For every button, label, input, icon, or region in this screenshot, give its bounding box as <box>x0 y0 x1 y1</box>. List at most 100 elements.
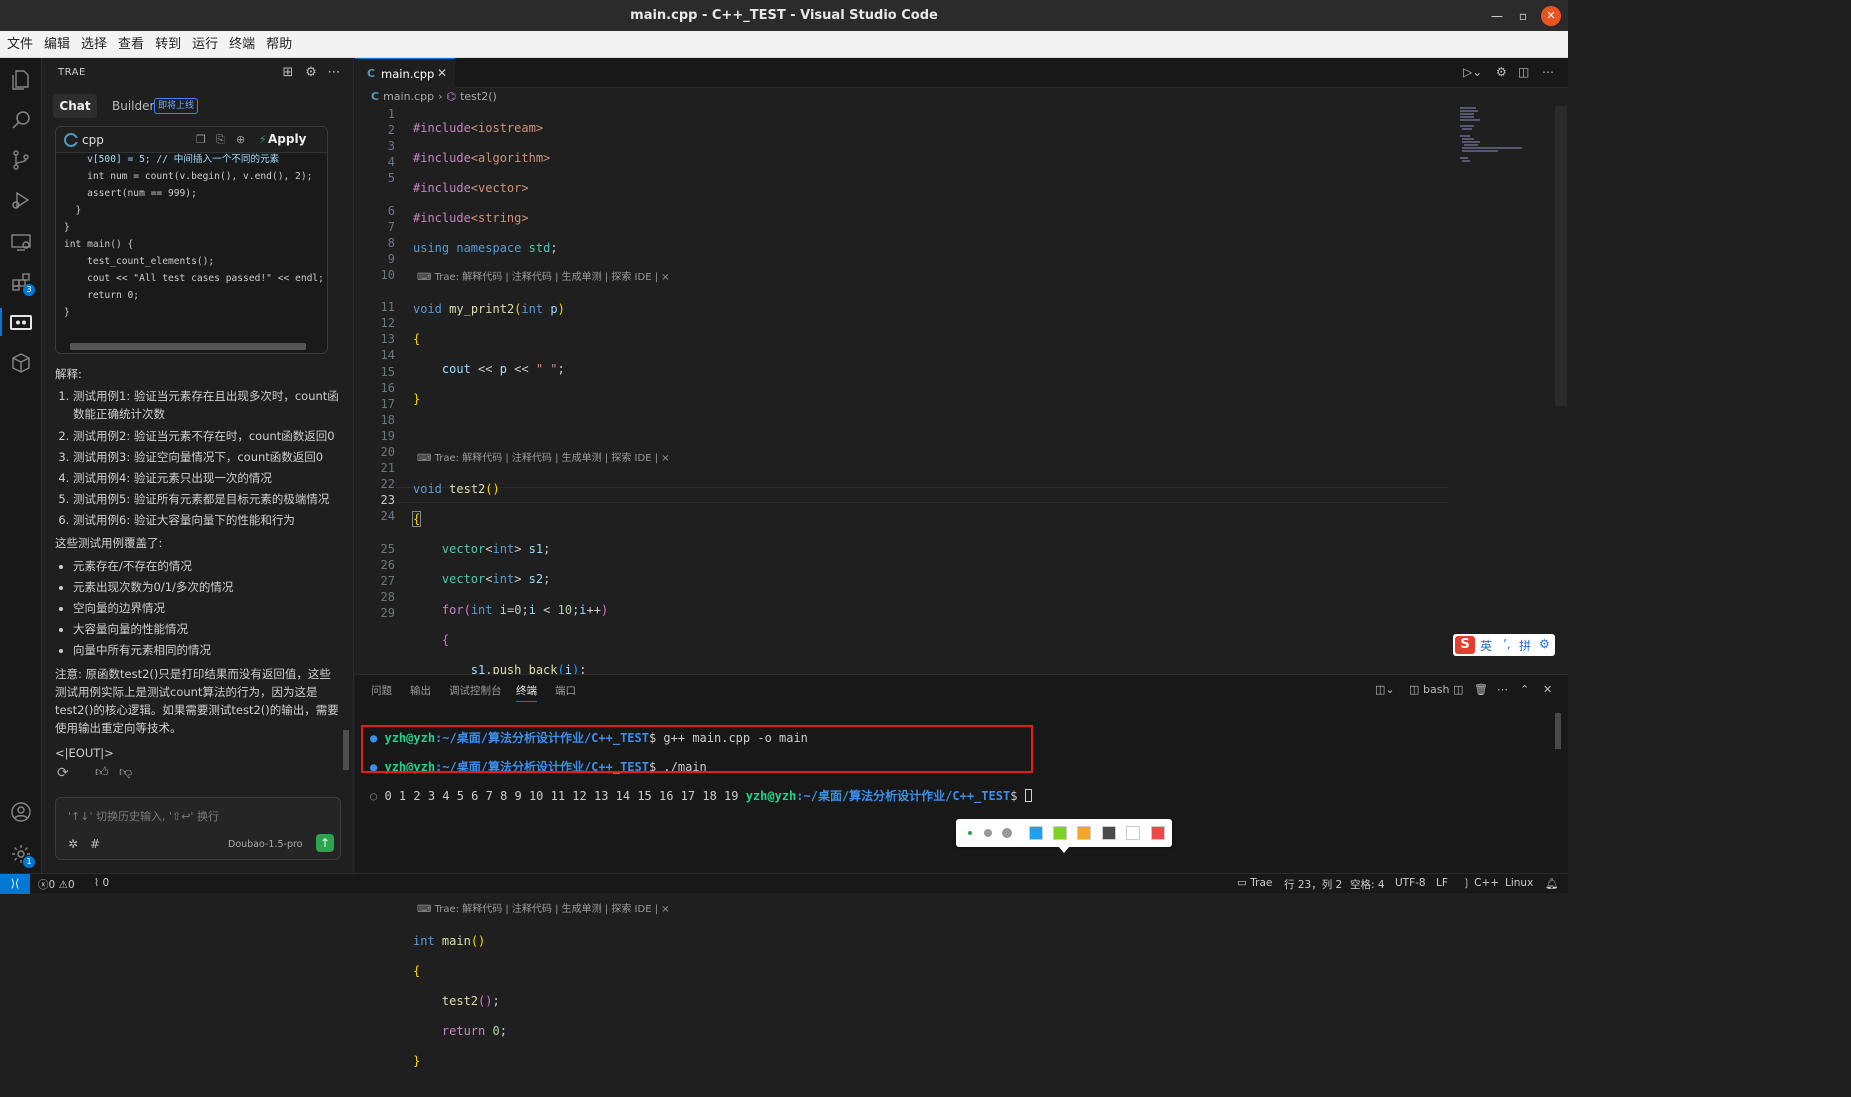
copy-icon[interactable]: ❐ <box>196 133 210 147</box>
color-swatch[interactable] <box>1151 826 1165 840</box>
codelens[interactable]: ⌨ Trae: 解释代码 | 注释代码 | 生成单测 | 探索 IDE | × <box>413 270 941 286</box>
close-tab-icon[interactable]: ✕ <box>437 66 447 80</box>
tab-output[interactable]: 输出 <box>410 683 431 698</box>
hash-icon[interactable]: # <box>90 837 100 851</box>
split-terminal-icon[interactable]: ◫ <box>1453 683 1463 696</box>
platform[interactable]: Linux <box>1505 877 1533 889</box>
add-file-icon[interactable]: ⊕ <box>236 133 250 147</box>
codelens[interactable]: ⌨ Trae: 解释代码 | 注释代码 | 生成单测 | 探索 IDE | × <box>413 451 941 467</box>
close-icon[interactable]: ✕ <box>1541 6 1561 26</box>
pen-size-large[interactable] <box>1002 828 1012 838</box>
color-swatch[interactable] <box>1102 826 1116 840</box>
panel-scrollbar[interactable] <box>343 128 349 808</box>
trae-chat-icon[interactable] <box>9 310 33 334</box>
code-language: cpp <box>82 133 104 147</box>
menu-file[interactable]: 文件 <box>2 31 38 58</box>
menu-selection[interactable]: 选择 <box>76 31 112 58</box>
menu-edit[interactable]: 编辑 <box>39 31 75 58</box>
color-swatch[interactable] <box>1029 826 1043 840</box>
color-swatch[interactable] <box>1053 826 1067 840</box>
trash-icon[interactable]: 🗑︎ <box>1474 683 1488 696</box>
restore-icon[interactable]: ▫ <box>1513 6 1533 26</box>
minimize-icon[interactable]: — <box>1487 6 1507 26</box>
tab-terminal[interactable]: 终端 <box>516 683 537 702</box>
line-number: 29 <box>380 605 395 620</box>
terminal-shell-name[interactable]: bash <box>1423 683 1449 696</box>
close-panel-icon[interactable]: ✕ <box>1543 683 1552 696</box>
split-editor-icon[interactable]: ◫ <box>1518 65 1534 81</box>
apply-button[interactable]: Apply <box>268 132 306 146</box>
thumbs-down-icon[interactable]: 👎︎ <box>119 765 135 781</box>
ime-lang[interactable]: 英 <box>1480 637 1492 654</box>
tab-problems[interactable]: 问题 <box>371 683 392 698</box>
editor-more-icon[interactable]: ⋯ <box>1542 65 1558 81</box>
ports-status[interactable]: ⌇ 0 <box>94 877 109 889</box>
account-icon[interactable] <box>9 800 33 824</box>
tab-builder[interactable]: Builder <box>112 99 154 113</box>
thumbs-up-icon[interactable]: 👍︎ <box>95 765 111 781</box>
editor-scrollbar[interactable] <box>1555 106 1567 406</box>
new-terminal-icon[interactable]: ◫⌄ <box>1375 683 1395 696</box>
menu-go[interactable]: 转到 <box>150 31 186 58</box>
color-swatch[interactable] <box>1126 826 1140 840</box>
search-icon[interactable] <box>9 108 33 132</box>
terminal-more-icon[interactable]: ⋯ <box>1497 683 1508 696</box>
maximize-panel-icon[interactable]: ⌃ <box>1520 683 1529 696</box>
punct-icon[interactable]: ʼ, <box>1503 637 1511 651</box>
chat-input[interactable]: '↑↓' 切换历史输入, '⇧↩' 换行 ✲ # Doubao-1.5-pro … <box>55 797 341 860</box>
regenerate-icon[interactable]: ⟳ <box>57 765 73 781</box>
color-swatch[interactable] <box>1077 826 1091 840</box>
insert-icon[interactable]: ⎘ <box>216 133 230 147</box>
explorer-icon[interactable] <box>9 68 33 92</box>
model-selector[interactable]: Doubao-1.5-pro <box>228 839 303 850</box>
code-block-scrollbar[interactable] <box>70 343 306 350</box>
run-debug-icon[interactable] <box>9 188 33 212</box>
notifications-icon[interactable]: 🔔︎ <box>1545 877 1558 890</box>
terminal-scrollbar[interactable] <box>1555 713 1561 749</box>
new-chat-icon[interactable]: ⊞ <box>279 64 297 82</box>
cube-icon[interactable] <box>9 351 33 375</box>
encoding[interactable]: UTF-8 <box>1395 877 1426 889</box>
codelens[interactable]: ⌨ Trae: 解释代码 | 注释代码 | 生成单测 | 探索 IDE | × <box>413 902 941 918</box>
breadcrumb-symbol[interactable]: test2() <box>460 90 497 103</box>
antenna-icon: ⌇ <box>94 877 100 889</box>
terminal-shell-icon[interactable]: ◫ <box>1409 683 1419 696</box>
source-control-icon[interactable] <box>9 148 33 172</box>
tab-debug-console[interactable]: 调试控制台 <box>449 683 502 698</box>
remote-explorer-icon[interactable] <box>9 230 33 254</box>
breadcrumb-file[interactable]: main.cpp <box>383 90 434 103</box>
pen-size-small[interactable] <box>968 831 972 835</box>
menu-help[interactable]: 帮助 <box>261 31 297 58</box>
window-title: main.cpp - C++_TEST - Visual Studio Code <box>630 8 938 23</box>
pen-size-medium[interactable] <box>984 829 992 837</box>
settings-gear-icon[interactable]: ⚙ <box>302 64 320 82</box>
menu-terminal[interactable]: 终端 <box>224 31 260 58</box>
manage-gear-icon[interactable]: 1 <box>9 842 35 868</box>
code-editor[interactable]: #include<iostream> #include<algorithm> #… <box>411 106 941 1097</box>
trae-codelens-icon: ⌨ <box>417 453 435 465</box>
cursor-position[interactable]: 行 23，列 2 <box>1284 877 1342 892</box>
trae-status[interactable]: ▭ Trae <box>1237 877 1272 889</box>
extensions-icon[interactable]: 3 <box>9 270 35 296</box>
problems-status[interactable]: ⓧ0 ⚠0 <box>38 877 75 892</box>
ime-mode[interactable]: 拼 <box>1519 637 1531 654</box>
tab-main-cpp[interactable]: C main.cpp ✕ <box>355 58 455 88</box>
ime-gear-icon[interactable]: ⚙ <box>1539 637 1550 651</box>
remote-indicator-icon[interactable]: ⟩⟨ <box>0 874 30 894</box>
tab-ports[interactable]: 端口 <box>555 683 576 698</box>
ime-toolbar[interactable]: S 英 ʼ, 拼 ⚙ <box>1453 634 1555 656</box>
menu-view[interactable]: 查看 <box>113 31 149 58</box>
tab-chat[interactable]: Chat <box>53 94 97 118</box>
minimap[interactable] <box>1458 106 1538 166</box>
line-number: 11 <box>380 300 395 315</box>
panel-scrollbar-thumb[interactable] <box>343 730 349 770</box>
indentation[interactable]: 空格: 4 <box>1350 877 1385 892</box>
more-icon[interactable]: ⋯ <box>325 64 343 82</box>
menu-run[interactable]: 运行 <box>187 31 223 58</box>
language-mode[interactable]: ❳ C++ <box>1462 877 1499 889</box>
editor-gear-icon[interactable]: ⚙ <box>1496 65 1512 81</box>
sparkle-icon[interactable]: ✲ <box>68 837 78 851</box>
eol[interactable]: LF <box>1436 877 1448 889</box>
send-button[interactable]: ↑ <box>316 834 334 852</box>
run-icon[interactable]: ▷⌄ <box>1463 65 1482 81</box>
